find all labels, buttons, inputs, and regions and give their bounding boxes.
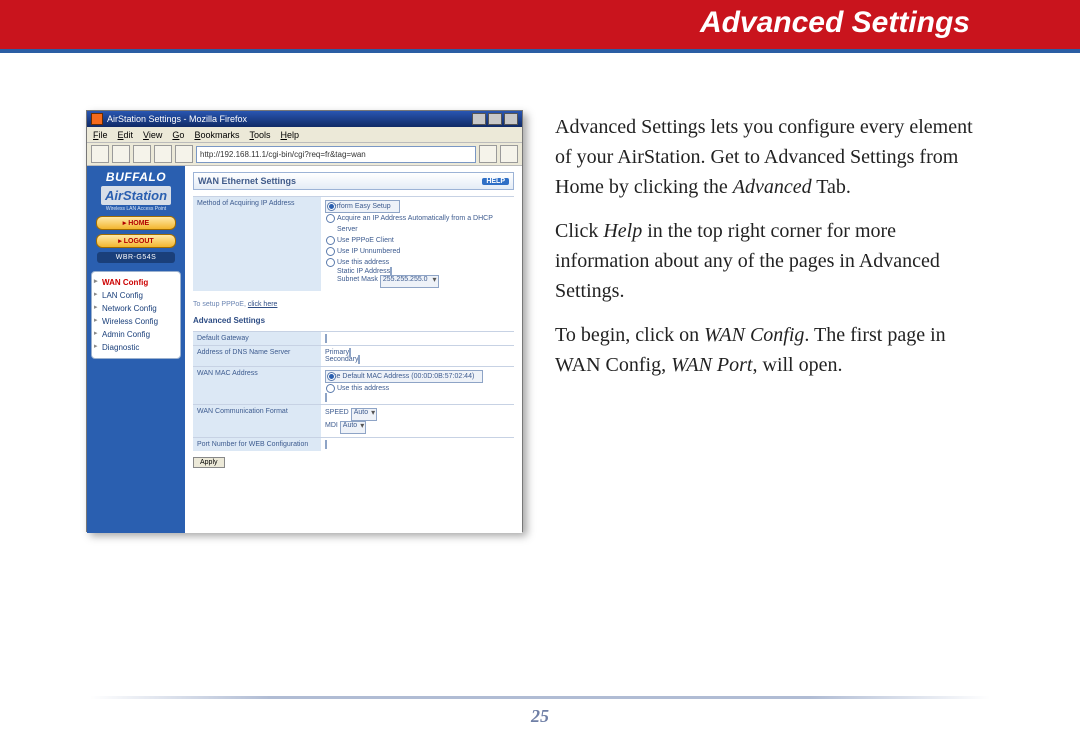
opt-this-address[interactable]: Use this address: [325, 257, 510, 268]
advanced-table: Default Gateway Address of DNS Name Serv…: [193, 331, 514, 451]
p1-italic: Advanced: [733, 176, 812, 198]
bookmark-button[interactable]: [500, 145, 518, 163]
window-title: AirStation Settings - Mozilla Firefox: [107, 114, 247, 124]
page-number: 25: [0, 706, 1080, 727]
p3-italic-2: WAN Port: [671, 354, 752, 376]
home-button[interactable]: [175, 145, 193, 163]
row-dns-label: Address of DNS Name Server: [193, 346, 321, 367]
window-buttons: [472, 113, 518, 125]
screenshot: AirStation Settings - Mozilla Firefox Fi…: [86, 110, 523, 532]
menu-go[interactable]: Go: [172, 130, 184, 140]
paragraph-2: Click Help in the top right corner for m…: [555, 216, 975, 306]
menu-file[interactable]: File: [93, 130, 108, 140]
close-button[interactable]: [504, 113, 518, 125]
go-button[interactable]: [479, 145, 497, 163]
toolbar: http://192.168.11.1/cgi-bin/cgi?req=fr&t…: [87, 143, 522, 166]
body-copy: Advanced Settings lets you configure eve…: [555, 112, 975, 394]
fmt-mdi-select[interactable]: Auto: [340, 421, 366, 434]
home-button-pill[interactable]: ▸ HOME: [96, 216, 176, 230]
subnet-select[interactable]: 255.255.255.0: [380, 275, 439, 288]
apply-button[interactable]: Apply: [193, 457, 225, 468]
opt-pppoe[interactable]: Use PPPoE Client: [325, 235, 510, 246]
reload-button[interactable]: [133, 145, 151, 163]
firefox-icon: [91, 113, 103, 125]
fmt-speed-label: SPEED: [325, 409, 349, 416]
row-method-label: Method of Acquiring IP Address: [193, 197, 321, 292]
header-underline: [0, 49, 1080, 53]
pppoe-hint: To setup PPPoE, click here: [193, 301, 514, 308]
logout-button-pill[interactable]: ▸ LOGOUT: [96, 234, 176, 248]
dns-secondary-label: Secondary: [325, 356, 358, 363]
menu-bookmarks[interactable]: Bookmarks: [194, 130, 239, 140]
menu-bar: File Edit View Go Bookmarks Tools Help: [87, 127, 522, 143]
dns-secondary-input[interactable]: [358, 355, 360, 364]
mac-this[interactable]: Use this address: [325, 383, 510, 394]
panel-header: WAN Ethernet Settings HELP: [193, 172, 514, 190]
help-button[interactable]: HELP: [482, 178, 509, 185]
advanced-section-title: Advanced Settings: [193, 316, 514, 325]
page-title: Advanced Settings: [700, 6, 970, 40]
p3-italic-1: WAN Config: [704, 324, 804, 346]
sidebar-nav: WAN Config LAN Config Network Config Wir…: [91, 271, 181, 359]
sidebar-item-diagnostic[interactable]: Diagnostic: [92, 341, 180, 354]
menu-help[interactable]: Help: [280, 130, 299, 140]
p1-tail: Tab.: [812, 176, 851, 198]
pppoe-link[interactable]: click here: [248, 301, 278, 308]
address-bar[interactable]: http://192.168.11.1/cgi-bin/cgi?req=fr&t…: [196, 146, 476, 163]
opt-unnumbered[interactable]: Use IP Unnumbered: [325, 246, 510, 257]
footer-rule: [90, 696, 990, 699]
gateway-input[interactable]: [325, 334, 327, 343]
menu-view[interactable]: View: [143, 130, 162, 140]
brand-buffalo: BUFFALO: [106, 170, 166, 184]
row-gateway-label: Default Gateway: [193, 332, 321, 346]
static-ip-label: Static IP Address: [337, 268, 390, 275]
paragraph-1: Advanced Settings lets you configure eve…: [555, 112, 975, 202]
back-button[interactable]: [91, 145, 109, 163]
fmt-mdi-label: MDI: [325, 422, 338, 429]
mac-input[interactable]: [325, 393, 327, 402]
p2-italic: Help: [603, 220, 642, 242]
mac-default[interactable]: Use Default MAC Address (00:0D:0B:57:02:…: [325, 370, 483, 383]
dns-primary-label: Primary: [325, 349, 349, 356]
main-panel: WAN Ethernet Settings HELP Method of Acq…: [185, 166, 522, 533]
maximize-button[interactable]: [488, 113, 502, 125]
wan-ethernet-table: Method of Acquiring IP Address Perform E…: [193, 196, 514, 291]
model-badge: WBR-G54S: [97, 252, 175, 263]
window-titlebar: AirStation Settings - Mozilla Firefox: [87, 111, 522, 127]
sidebar-item-wireless[interactable]: Wireless Config: [92, 315, 180, 328]
brand-airstation: AirStation: [101, 186, 171, 205]
row-mac-label: WAN MAC Address: [193, 367, 321, 405]
sidebar: BUFFALO AirStation Wireless LAN Access P…: [87, 166, 185, 533]
forward-button[interactable]: [112, 145, 130, 163]
fmt-speed-select[interactable]: Auto: [351, 408, 377, 421]
sidebar-item-wan[interactable]: WAN Config: [92, 276, 180, 289]
p2-text: Click: [555, 220, 603, 242]
minimize-button[interactable]: [472, 113, 486, 125]
panel-title: WAN Ethernet Settings: [198, 176, 296, 186]
stop-button[interactable]: [154, 145, 172, 163]
menu-tools[interactable]: Tools: [249, 130, 270, 140]
paragraph-3: To begin, click on WAN Config. The first…: [555, 320, 975, 380]
opt-easy[interactable]: Perform Easy Setup: [325, 200, 400, 213]
brand-subtitle: Wireless LAN Access Point: [106, 206, 166, 212]
p3-text: To begin, click on: [555, 324, 704, 346]
menu-edit[interactable]: Edit: [118, 130, 134, 140]
row-method-value: Perform Easy Setup Acquire an IP Address…: [321, 197, 514, 292]
port-input[interactable]: [325, 440, 327, 449]
sidebar-item-network[interactable]: Network Config: [92, 302, 180, 315]
subnet-label: Subnet Mask: [337, 276, 378, 283]
sidebar-item-lan[interactable]: LAN Config: [92, 289, 180, 302]
p3-tail: , will open.: [753, 354, 843, 376]
row-format-label: WAN Communication Format: [193, 405, 321, 438]
sidebar-item-admin[interactable]: Admin Config: [92, 328, 180, 341]
pppoe-text: To setup PPPoE,: [193, 301, 248, 308]
opt-dhcp[interactable]: Acquire an IP Address Automatically from…: [325, 213, 510, 235]
row-port-label: Port Number for WEB Configuration: [193, 438, 321, 452]
